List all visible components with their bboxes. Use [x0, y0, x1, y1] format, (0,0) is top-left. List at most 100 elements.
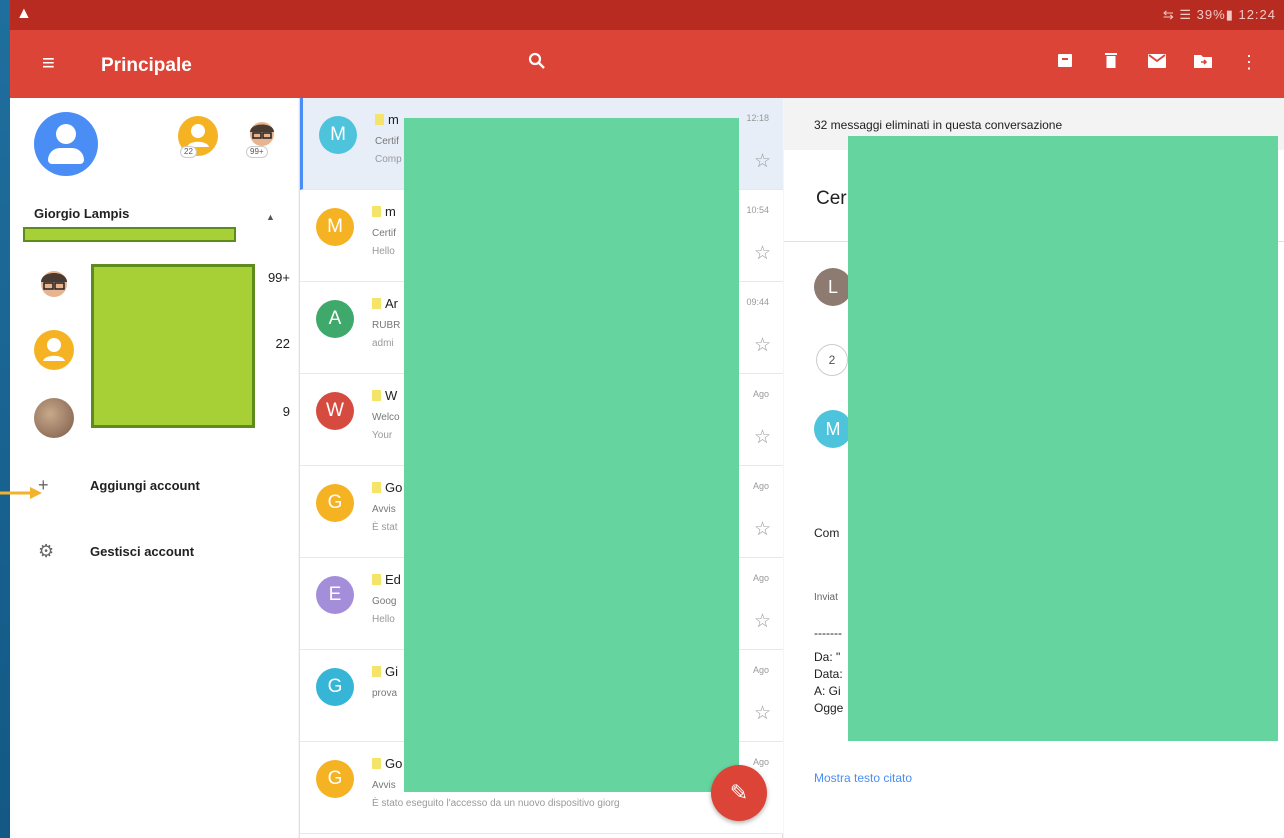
star-icon[interactable]: ☆	[754, 426, 771, 449]
menu-icon[interactable]: ≡	[42, 52, 55, 74]
badge-count: 99+	[246, 146, 268, 158]
mail-icon[interactable]	[1134, 52, 1180, 73]
message-body: Com	[814, 526, 840, 540]
gear-icon: ⚙	[38, 541, 55, 561]
sender-text: Ed	[385, 572, 401, 587]
trash-icon[interactable]	[1088, 52, 1134, 73]
star-icon[interactable]: ☆	[754, 610, 771, 633]
email-subject: Welco	[372, 412, 400, 423]
sender-name: Go	[372, 756, 402, 771]
pencil-icon: ✎	[729, 780, 749, 805]
sender-name: m	[372, 204, 396, 219]
page-title: Principale	[101, 55, 192, 76]
label-tag-icon	[372, 758, 381, 769]
star-icon[interactable]: ☆	[754, 702, 771, 725]
conversation-subject: Cer	[816, 188, 847, 209]
sender-name: m	[375, 112, 399, 127]
label-tag-icon	[372, 482, 381, 493]
deleted-banner-text: 32 messaggi eliminati in questa conversa…	[814, 118, 1063, 132]
label-tag-icon	[372, 666, 381, 677]
email-subject: prova	[372, 688, 398, 699]
label-tag-icon	[375, 114, 384, 125]
sender-text: Go	[385, 756, 403, 771]
email-snippet: È stato eseguito l'accesso da un nuovo d…	[372, 798, 620, 809]
sender-name: Go	[372, 480, 402, 495]
add-account-button[interactable]: + Aggiungi account	[10, 463, 298, 513]
sender-avatar: G	[316, 484, 354, 522]
unread-count: 9	[282, 404, 290, 419]
sender-name: Ed	[372, 572, 401, 587]
header-subject: Ogge	[814, 701, 844, 715]
email-time: Ago	[752, 481, 769, 491]
caret-up-icon[interactable]: ▲	[266, 212, 275, 222]
label-tag-icon	[372, 298, 381, 309]
email-time: Ago	[752, 757, 769, 767]
show-quoted-link[interactable]: Mostra testo citato	[814, 771, 912, 785]
star-icon[interactable]: ☆	[754, 518, 771, 541]
redacted-email	[23, 227, 236, 242]
account-avatar-icon	[34, 330, 74, 370]
unread-count: 22	[275, 336, 290, 351]
search-icon[interactable]	[528, 52, 546, 75]
star-icon[interactable]: ☆	[754, 334, 771, 357]
warning-icon: ▲	[16, 5, 32, 22]
collapsed-messages-count[interactable]: 2	[816, 344, 848, 376]
email-time: Ago	[752, 573, 769, 583]
email-time: Ago	[752, 389, 769, 399]
quote-divider: -------	[814, 626, 842, 640]
sender-text: Go	[385, 480, 403, 495]
email-time: 12:18	[746, 113, 769, 123]
app-window: ▲ ⇆ ☰ 39%▮ 12:24 ≡ Principale ⋮ 22 99+ G…	[10, 0, 1284, 838]
account-avatar-icon	[34, 398, 74, 438]
sender-avatar: A	[316, 300, 354, 338]
email-snippet: Your	[372, 430, 393, 441]
redacted-accounts	[91, 264, 255, 428]
email-time: 09:44	[746, 297, 769, 307]
compose-button[interactable]: ✎	[711, 765, 767, 821]
archive-icon[interactable]	[1042, 52, 1088, 73]
star-icon[interactable]: ☆	[754, 150, 771, 173]
sender-avatar: G	[316, 668, 354, 706]
sender-avatar[interactable]: M	[814, 410, 852, 448]
email-snippet: Comp	[375, 154, 402, 165]
status-bar: ▲ ⇆ ☰ 39%▮ 12:24	[10, 0, 1284, 30]
status-indicators: ⇆ ☰ 39%▮ 12:24	[1162, 7, 1276, 22]
email-time: Ago	[752, 665, 769, 675]
add-account-label: Aggiungi account	[90, 478, 200, 493]
move-folder-icon[interactable]	[1180, 52, 1226, 73]
email-subject: Avvis	[372, 780, 396, 791]
email-snippet: È stat	[372, 522, 398, 533]
email-time: 10:54	[746, 205, 769, 215]
sender-text: Gi	[385, 664, 398, 679]
sender-avatar: E	[316, 576, 354, 614]
sent-label: Inviat	[814, 592, 838, 603]
sender-text: Ar	[385, 296, 398, 311]
sender-text: m	[385, 204, 396, 219]
star-icon[interactable]: ☆	[754, 242, 771, 265]
email-snippet: admi	[372, 338, 394, 349]
pointer-arrow-icon	[0, 487, 42, 499]
account-name: Giorgio Lampis	[34, 206, 130, 221]
email-subject: Certif	[372, 228, 396, 239]
redacted-area	[404, 118, 739, 792]
avatar[interactable]	[34, 112, 98, 176]
header-date: Data:	[814, 667, 843, 681]
email-subject: Goog	[372, 596, 397, 607]
toolbar-actions: ⋮	[1042, 52, 1272, 73]
email-snippet: Hello	[372, 614, 395, 625]
badge-count: 22	[180, 146, 197, 158]
sender-name: Ar	[372, 296, 398, 311]
email-subject: Avvis	[372, 504, 396, 515]
header-to: A: Gi	[814, 684, 841, 698]
more-vert-icon[interactable]: ⋮	[1226, 52, 1272, 73]
redacted-area	[848, 136, 1278, 741]
header-from: Da: "	[814, 650, 841, 664]
manage-accounts-label: Gestisci account	[90, 544, 195, 559]
sender-text: m	[388, 112, 399, 127]
manage-accounts-button[interactable]: ⚙ Gestisci account	[10, 529, 298, 579]
account-drawer: 22 99+ Giorgio Lampis ▲ 99+ 22 9 + Aggiu	[10, 98, 298, 838]
sender-avatar[interactable]: L	[814, 268, 852, 306]
sender-avatar: M	[316, 208, 354, 246]
label-tag-icon	[372, 206, 381, 217]
label-tag-icon	[372, 390, 381, 401]
